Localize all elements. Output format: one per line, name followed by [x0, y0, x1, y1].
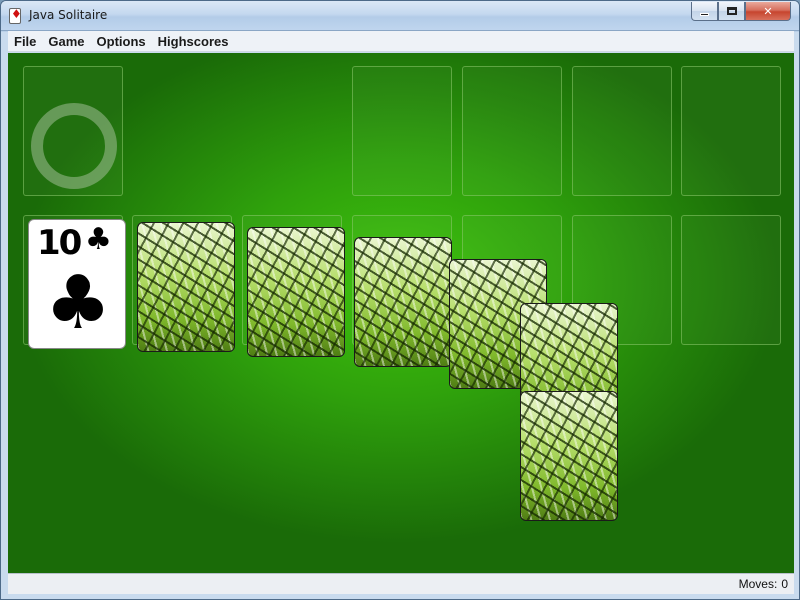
club-suit-icon: ♣	[85, 222, 112, 257]
foundation-slot-1[interactable]	[352, 66, 452, 196]
status-bar: Moves: 0	[8, 573, 794, 594]
stock-pile[interactable]	[23, 66, 123, 196]
recycle-ring-icon	[31, 103, 117, 189]
app-card-icon	[9, 7, 22, 24]
close-icon: ✕	[763, 4, 773, 18]
window-title: Java Solitaire	[29, 8, 108, 22]
game-table: 10 ♣ ♣	[8, 53, 794, 573]
close-button[interactable]: ✕	[745, 2, 791, 21]
moves-value: 0	[781, 577, 788, 591]
minimize-icon	[700, 12, 709, 16]
menu-file[interactable]: File	[8, 34, 42, 49]
foundation-slot-3[interactable]	[572, 66, 672, 196]
menu-highscores[interactable]: Highscores	[152, 34, 235, 49]
maximize-icon	[726, 7, 737, 15]
minimize-button[interactable]	[691, 2, 718, 21]
card-rank: 10	[37, 223, 82, 263]
foundation-slot-4[interactable]	[681, 66, 781, 196]
foundation-slot-2[interactable]	[462, 66, 562, 196]
moves-label: Moves:	[738, 577, 778, 591]
face-down-card[interactable]	[137, 222, 235, 352]
menu-options[interactable]: Options	[91, 34, 152, 49]
menu-game[interactable]: Game	[42, 34, 90, 49]
face-down-card[interactable]	[520, 391, 618, 521]
maximize-button[interactable]	[718, 2, 745, 21]
club-suit-icon: ♣	[44, 260, 112, 346]
tableau-slot-7[interactable]	[681, 215, 781, 345]
waste-card-ten-of-clubs[interactable]: 10 ♣ ♣	[28, 219, 126, 349]
face-down-card[interactable]	[247, 227, 345, 357]
moves-counter: Moves: 0	[739, 577, 788, 591]
title-bar[interactable]: Java Solitaire ✕	[1, 1, 799, 31]
face-down-card[interactable]	[354, 237, 452, 367]
menu-bar: File Game Options Highscores	[8, 31, 794, 52]
solitaire-window: Java Solitaire ✕ File Game Options Highs…	[0, 0, 800, 600]
